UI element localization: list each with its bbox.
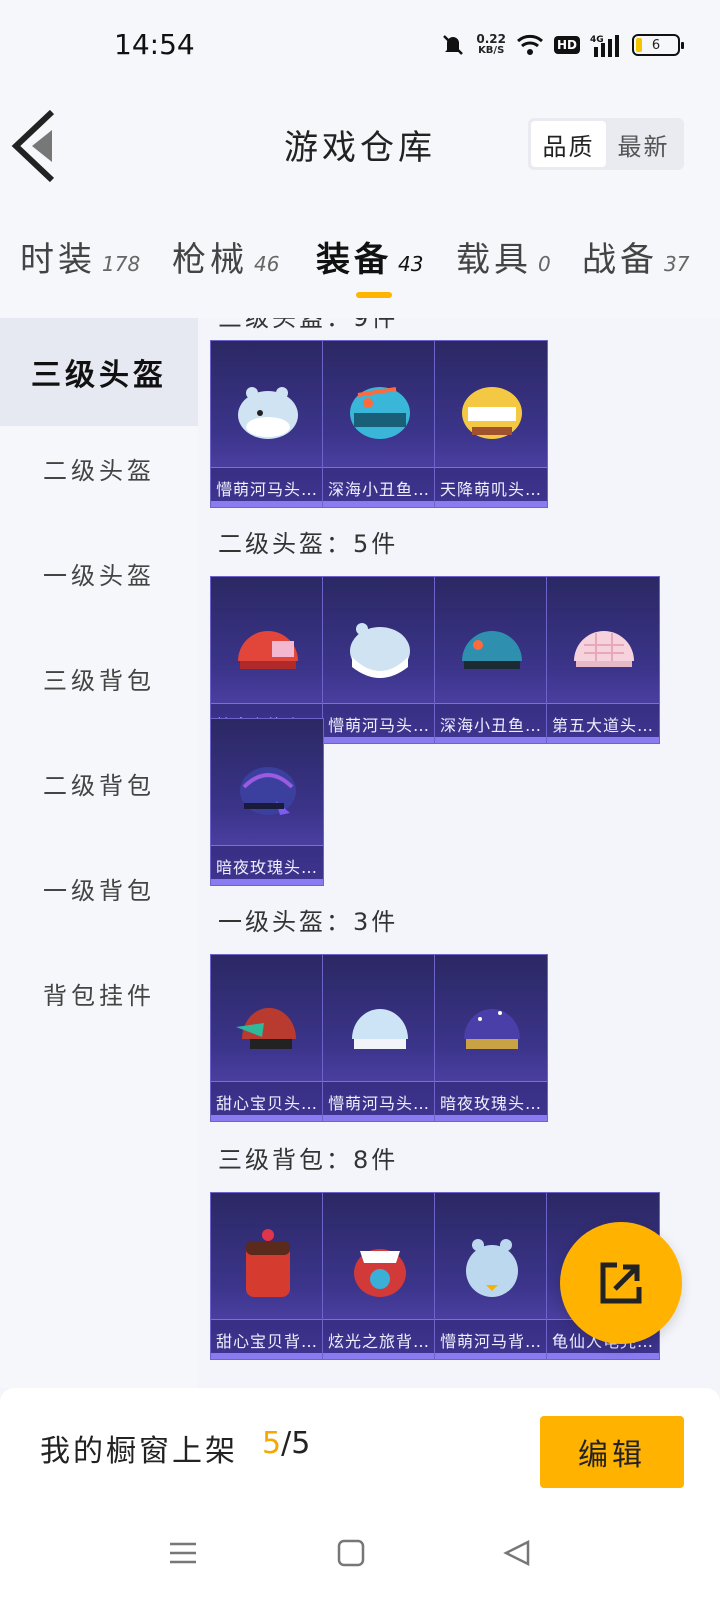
wifi-icon <box>516 34 543 55</box>
item-card[interactable]: 懵萌河马背… <box>434 1192 548 1360</box>
sort-latest-button[interactable]: 最新 <box>606 121 681 167</box>
cell-signal-icon: 4G <box>590 35 619 57</box>
sidebar-item-level3-helmet[interactable]: 三级头盔 <box>0 318 198 426</box>
red-cap-helmet-icon <box>236 1007 296 1049</box>
dino-backpack-icon <box>354 1249 406 1297</box>
sidebar-item-level2-helmet[interactable]: 二级头盔 <box>0 414 198 522</box>
section-title: 三级背包：8件 <box>218 1146 399 1174</box>
section-title: 三级头盔：9件 <box>218 318 399 332</box>
sort-toggle: 品质 最新 <box>528 118 684 170</box>
status-time: 14:54 <box>114 28 195 61</box>
share-button[interactable] <box>560 1222 682 1344</box>
clownfish-helmet-icon <box>350 387 410 439</box>
showcase-label: 我的橱窗上架 <box>40 1434 238 1469</box>
section-title: 二级头盔：5件 <box>218 530 399 558</box>
pink-helmet-icon <box>574 631 634 667</box>
item-card[interactable]: 深海小丑鱼… <box>322 340 436 508</box>
item-card[interactable]: 天降萌叽头… <box>434 340 548 508</box>
sidebar-item-backpack-charm[interactable]: 背包挂件 <box>0 939 198 1047</box>
item-card[interactable]: 第五大道头… <box>546 576 660 744</box>
net-speed: 0.22 KB/S <box>476 32 506 56</box>
night-rose-helmet-icon <box>464 1009 520 1049</box>
battery-icon: 6 <box>632 34 684 56</box>
edit-button[interactable]: 编辑 <box>540 1416 684 1488</box>
night-rose-helmet-icon <box>240 767 296 815</box>
sidebar-item-level1-helmet[interactable]: 一级头盔 <box>0 519 198 627</box>
item-card[interactable]: 甜心宝贝背… <box>210 1192 324 1360</box>
sort-quality-button[interactable]: 品质 <box>531 121 606 167</box>
item-card[interactable]: 懵萌河马头… <box>210 340 324 508</box>
mute-bell-icon <box>443 35 464 55</box>
hippo-backpack-icon <box>466 1239 518 1297</box>
status-icons: 0.22 KB/S HD 4G 6 <box>440 28 684 62</box>
item-card[interactable]: 暗夜玫瑰头… <box>434 954 548 1122</box>
item-card[interactable]: 炫光之旅背… <box>322 1192 436 1360</box>
item-card[interactable]: 暗夜玫瑰头… <box>210 718 324 886</box>
tab-equipment[interactable]: 装备 43 <box>316 232 423 281</box>
item-card[interactable]: 懵萌河马头… <box>322 954 436 1122</box>
showcase-bar: 我的橱窗上架 5/5 编辑 <box>0 1388 720 1508</box>
yellow-helmet-icon <box>462 387 522 439</box>
section-title: 一级头盔：3件 <box>218 908 399 936</box>
tab-vehicles[interactable]: 载具 0 <box>456 232 551 281</box>
tab-supplies[interactable]: 战备 37 <box>582 232 689 281</box>
hippo-helmet-icon <box>238 387 298 439</box>
hippo-helmet-icon <box>352 1009 408 1049</box>
clownfish-helmet-icon <box>462 631 522 669</box>
item-card[interactable]: 深海小丑鱼… <box>434 576 548 744</box>
sidebar-item-level2-backpack[interactable]: 二级背包 <box>0 729 198 837</box>
back-nav-icon[interactable] <box>502 1538 532 1568</box>
status-bar: 14:54 0.22 KB/S HD 4G 6 <box>0 0 720 92</box>
hd-badge: HD <box>553 36 580 54</box>
menu-icon[interactable] <box>168 1538 198 1568</box>
red-helmet-icon <box>238 631 298 669</box>
share-icon <box>600 1262 642 1304</box>
item-card[interactable]: 懵萌河马头… <box>322 576 436 744</box>
tab-fashion[interactable]: 时装 178 <box>20 232 140 281</box>
system-nav-bar <box>0 1508 720 1612</box>
active-tab-indicator <box>356 292 392 298</box>
sidebar-item-level1-backpack[interactable]: 一级背包 <box>0 834 198 942</box>
hippo-helmet-icon <box>350 623 410 678</box>
sidebar-item-level3-backpack[interactable]: 三级背包 <box>0 624 198 732</box>
home-icon[interactable] <box>336 1538 366 1568</box>
tab-weapons[interactable]: 枪械 46 <box>172 232 279 281</box>
sidebar: 三级头盔 二级头盔 一级头盔 三级背包 二级背包 一级背包 背包挂件 <box>0 318 198 1388</box>
cake-backpack-icon <box>246 1229 290 1297</box>
showcase-count: 5/5 <box>262 1426 311 1461</box>
item-card[interactable]: 甜心宝贝头… <box>210 954 324 1122</box>
category-tabs: 时装 178 枪械 46 装备 43 载具 0 战备 37 <box>0 202 720 318</box>
app-header: 游戏仓库 品质 最新 <box>0 92 720 202</box>
